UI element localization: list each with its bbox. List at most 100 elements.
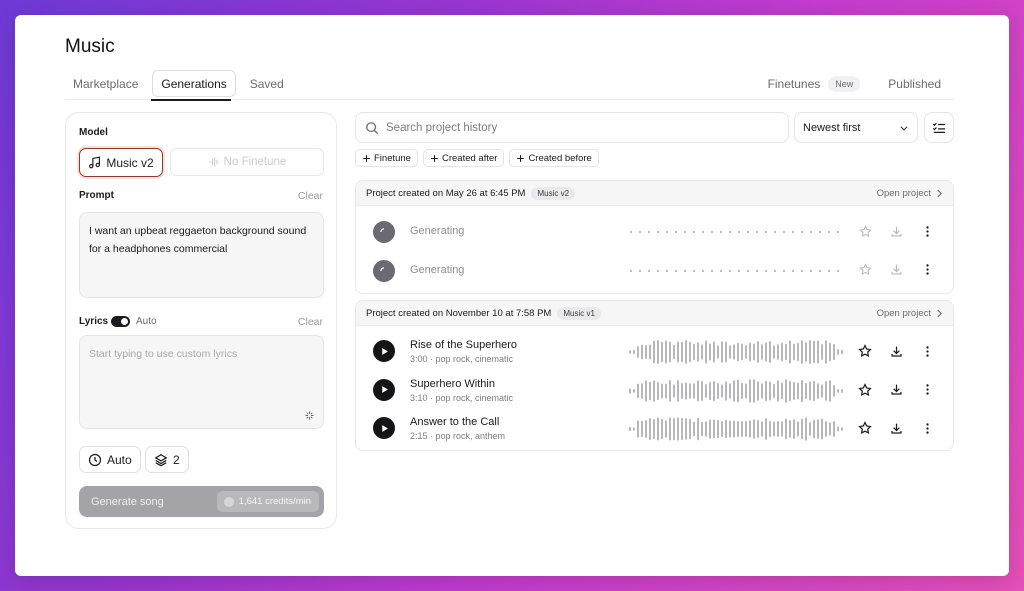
star-icon[interactable] <box>856 261 874 279</box>
waveform-bar <box>749 342 751 362</box>
waveform-bar <box>765 380 767 401</box>
track-row[interactable]: Answer to the Call 2:15 · pop rock, anth… <box>356 409 953 448</box>
star-icon[interactable] <box>856 381 874 399</box>
waveform-bar <box>789 340 791 364</box>
play-icon[interactable] <box>373 340 395 362</box>
variations-count: 2 <box>173 452 180 467</box>
model-select-button[interactable]: Music v2 <box>79 148 163 177</box>
lyrics-clear-button[interactable]: Clear <box>298 316 323 328</box>
more-vertical-icon[interactable] <box>918 261 936 279</box>
waveform-bar <box>657 417 659 441</box>
generate-song-button[interactable]: Generate song 1,641 credits/min <box>79 486 324 517</box>
tab-saved[interactable]: Saved <box>242 70 292 97</box>
waveform[interactable] <box>629 340 843 364</box>
lyrics-auto-toggle[interactable] <box>111 316 130 327</box>
more-vertical-icon[interactable] <box>918 419 936 437</box>
waveform-bar <box>793 419 795 439</box>
prompt-label: Prompt <box>79 190 114 201</box>
tab-generations[interactable]: Generations <box>152 70 236 97</box>
finetune-select-button[interactable]: No Finetune <box>170 148 324 176</box>
play-icon[interactable] <box>373 378 395 401</box>
chip-created-after[interactable]: Created after <box>422 149 505 167</box>
tab-published[interactable]: Published <box>880 70 949 97</box>
sort-select[interactable]: Newest first <box>794 112 918 143</box>
waveform-dot <box>665 230 669 234</box>
waveform-dot <box>647 230 651 234</box>
chip-finetune[interactable]: Finetune <box>355 149 418 167</box>
download-icon[interactable] <box>887 381 905 399</box>
waveform-dot <box>782 230 786 234</box>
waveform-bar <box>685 340 687 364</box>
waveform-bar <box>829 422 831 436</box>
waveform-dot <box>665 269 669 272</box>
waveform-dot <box>827 230 831 234</box>
waveform-dot <box>683 230 687 234</box>
search-input[interactable]: Search project history <box>355 112 789 143</box>
credits-badge: 1,641 credits/min <box>216 491 319 512</box>
plus-icon <box>431 154 438 162</box>
waveform-dot <box>755 269 759 272</box>
project-title: Project created on May 26 at 6:45 PM <box>366 187 526 199</box>
waveform-bar <box>665 340 667 364</box>
prompt-input[interactable]: I want an upbeat reggaeton background so… <box>79 212 324 298</box>
waveform-dot <box>827 269 831 272</box>
waveform-bar <box>669 379 671 402</box>
waveform-dot <box>692 230 696 234</box>
waveform-bar <box>657 381 659 400</box>
waveform-dot <box>683 269 687 272</box>
more-vertical-icon[interactable] <box>918 381 936 399</box>
sparkle-icon[interactable] <box>304 410 315 421</box>
chip-created-before[interactable]: Created before <box>509 149 599 167</box>
lyrics-input[interactable]: Start typing to use custom lyrics <box>79 335 324 429</box>
star-icon[interactable] <box>856 342 874 360</box>
waveform-bar <box>801 418 803 440</box>
waveform[interactable] <box>629 378 843 403</box>
download-icon[interactable] <box>887 222 905 240</box>
waveform-bar <box>825 380 827 401</box>
waveform-bar <box>697 379 699 402</box>
waveform-dot <box>710 230 714 234</box>
waveform-bar <box>685 418 687 440</box>
variations-button[interactable]: 2 <box>145 446 189 473</box>
tab-marketplace[interactable]: Marketplace <box>65 70 146 97</box>
filter-button[interactable] <box>924 112 954 143</box>
waveform-bar <box>637 346 639 358</box>
more-vertical-icon[interactable] <box>918 342 936 360</box>
app-window: Music Marketplace Generations Saved Fine… <box>15 15 1009 576</box>
waveform-dot <box>692 269 696 272</box>
track-row[interactable]: Generating <box>356 212 953 251</box>
waveform-dot <box>836 230 840 234</box>
star-icon[interactable] <box>856 222 874 240</box>
waveform[interactable] <box>629 417 843 441</box>
waveform-dot <box>746 269 750 272</box>
prompt-clear-button[interactable]: Clear <box>298 190 323 202</box>
track-row[interactable]: Generating <box>356 251 953 290</box>
generation-panel: Model Music v2 No Finetune Prompt Clear … <box>65 112 337 529</box>
tab-bar: Marketplace Generations Saved <box>65 70 292 97</box>
download-icon[interactable] <box>887 342 905 360</box>
tab-finetunes[interactable]: Finetunes New <box>760 70 869 97</box>
track-row[interactable]: Superhero Within 3:10 · pop rock, cinema… <box>356 371 953 410</box>
waveform-bar <box>653 418 655 440</box>
play-icon[interactable] <box>373 417 395 439</box>
waveform-bar <box>669 417 671 441</box>
waveform-bar <box>753 378 755 403</box>
more-vertical-icon[interactable] <box>918 222 936 240</box>
star-icon[interactable] <box>856 419 874 437</box>
waveform-bar <box>729 345 731 359</box>
filter-list-icon <box>932 122 946 133</box>
waveform-bar <box>677 417 679 441</box>
waveform-bar <box>709 419 711 439</box>
waveform-dot <box>818 269 822 272</box>
open-project-link[interactable]: Open project <box>877 308 943 319</box>
open-project-link[interactable]: Open project <box>877 188 943 199</box>
waveform-bar <box>649 381 651 400</box>
duration-button[interactable]: Auto <box>79 446 141 473</box>
waveform-bar <box>677 341 679 363</box>
waveform-bar <box>689 382 691 399</box>
download-icon[interactable] <box>887 261 905 279</box>
download-icon[interactable] <box>887 419 905 437</box>
track-row[interactable]: Rise of the Superhero 3:00 · pop rock, c… <box>356 332 953 371</box>
waveform-bar <box>809 381 811 400</box>
track-title: Rise of the Superhero <box>410 339 518 351</box>
